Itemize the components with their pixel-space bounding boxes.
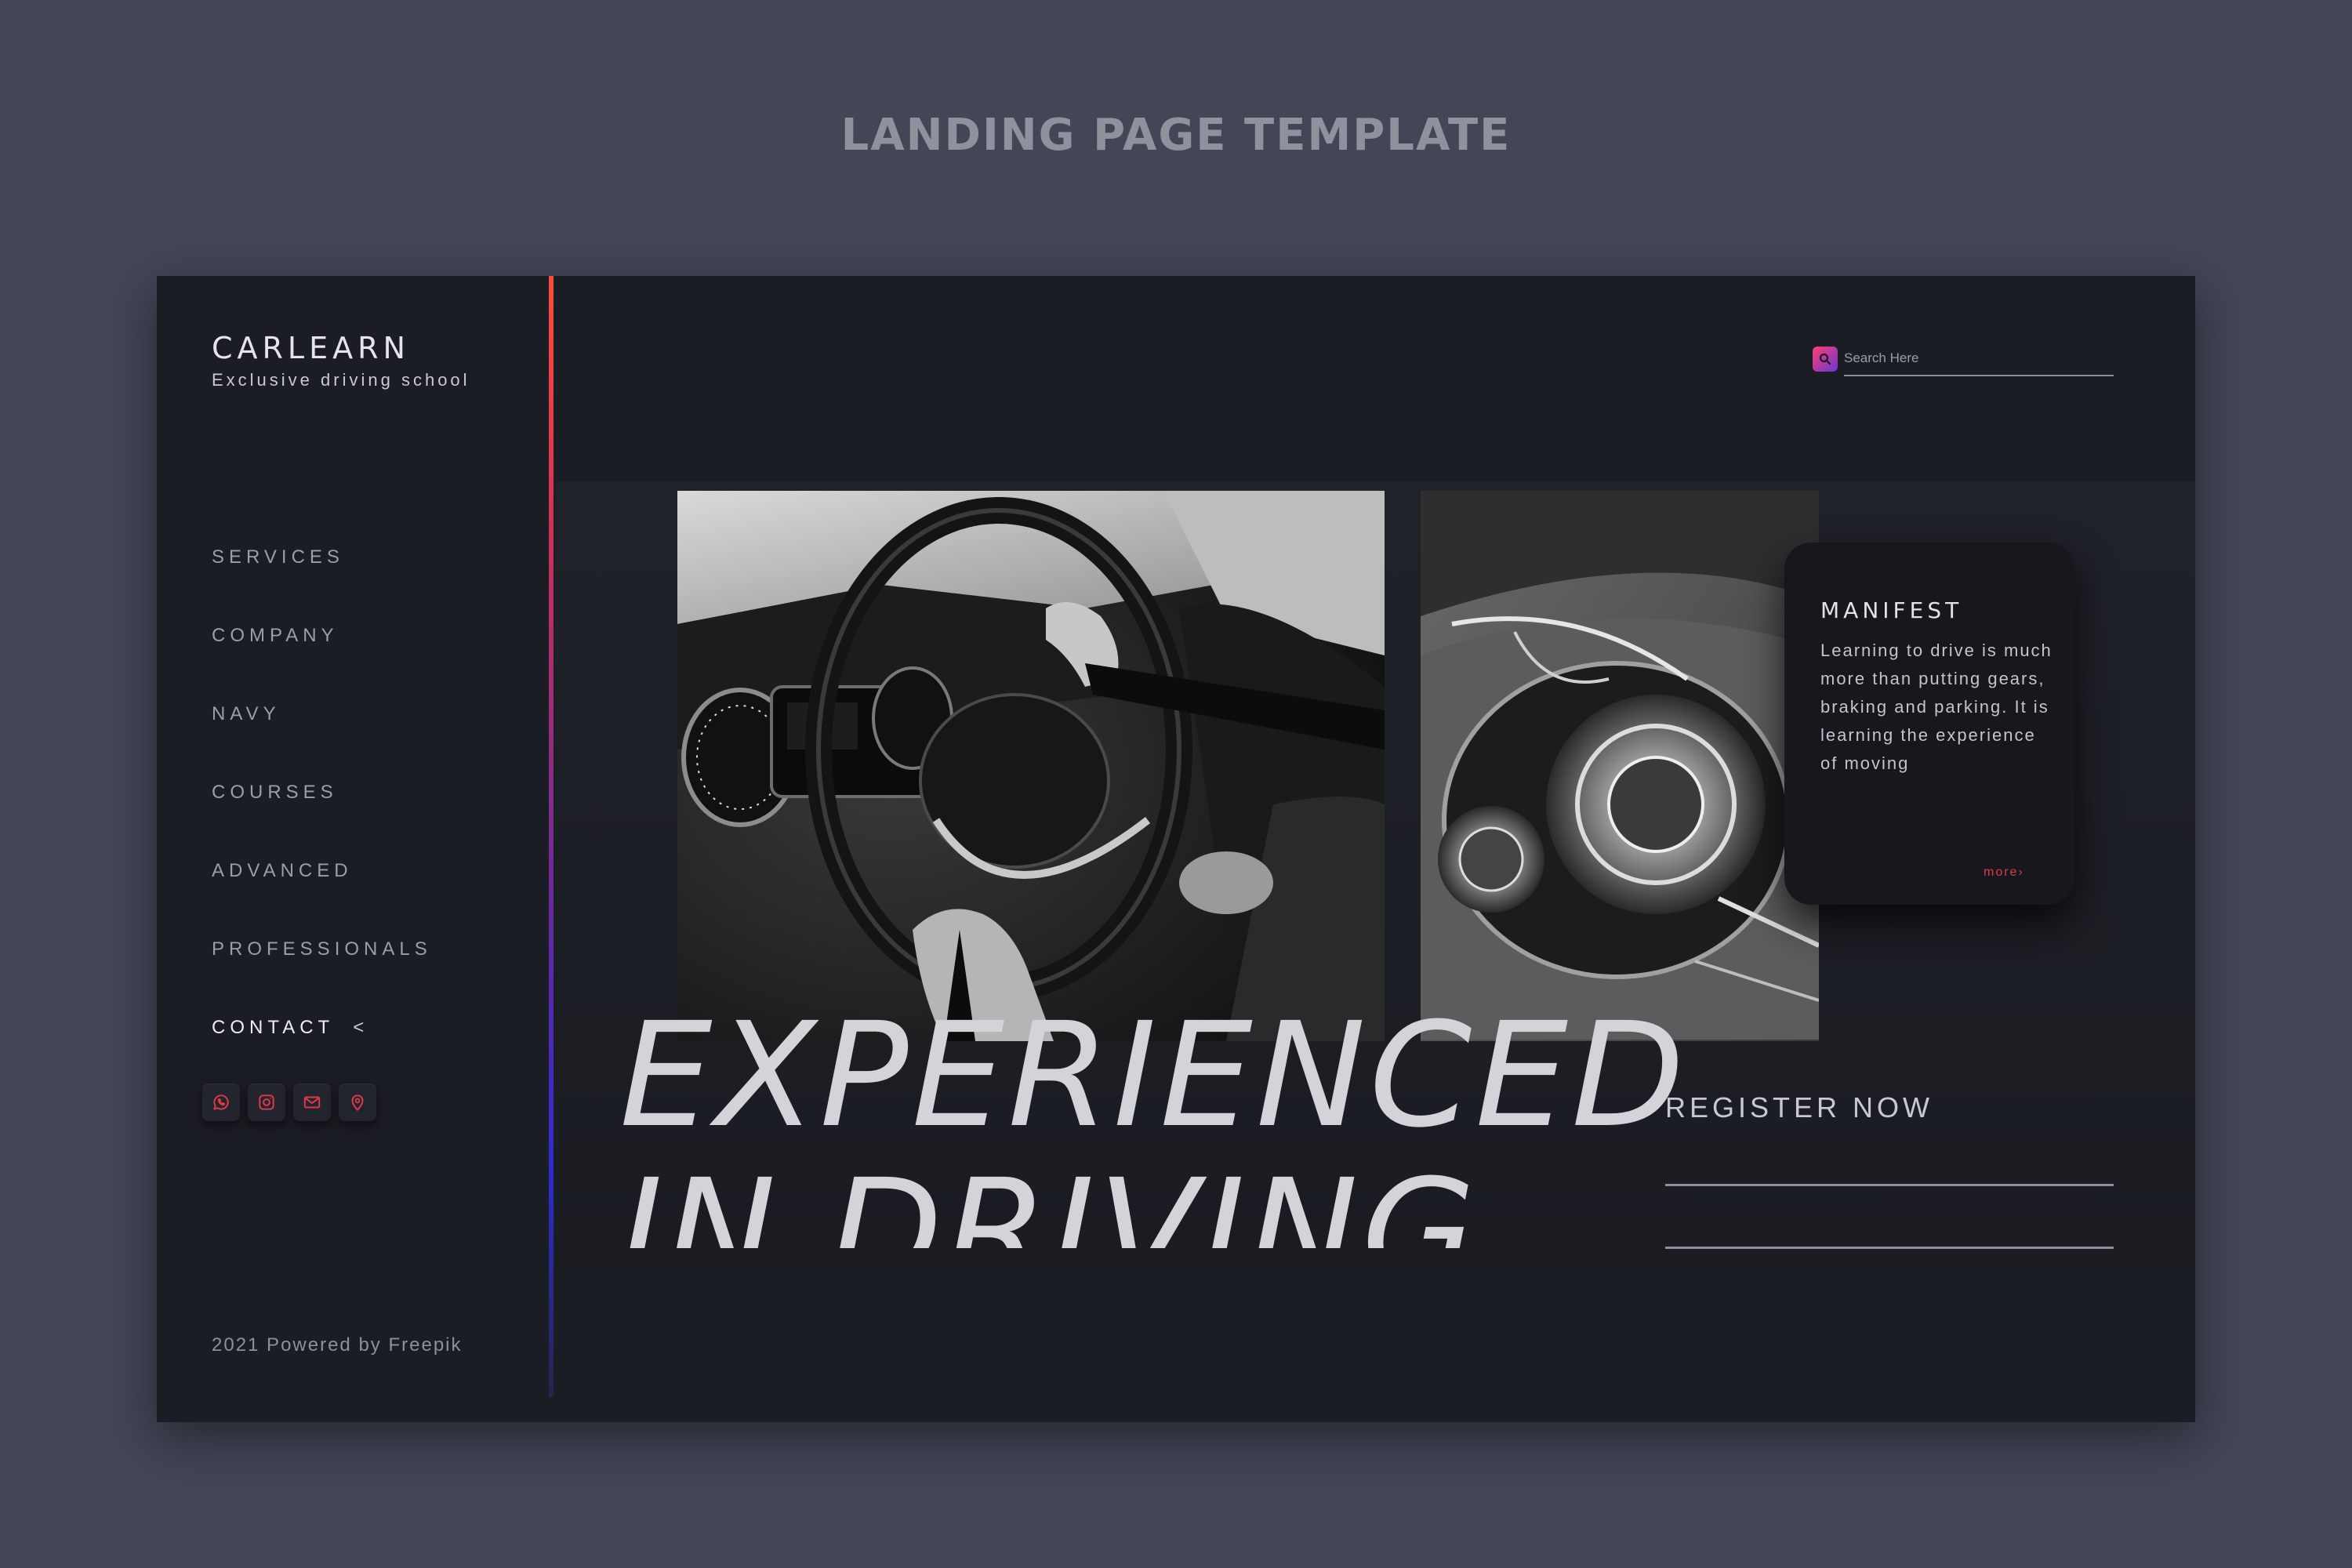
brand: CARLEARN Exclusive driving school: [212, 331, 470, 390]
nav-item-professionals[interactable]: PROFESSIONALS: [212, 938, 432, 1017]
sidebar: CARLEARN Exclusive driving school SERVIC…: [157, 276, 550, 1422]
manifest-title: MANIFEST: [1820, 597, 1963, 623]
nav-item-label: CONTACT: [212, 1017, 335, 1038]
search-bar: [1813, 345, 2114, 376]
steering-wheel-photo: [677, 491, 1385, 1041]
brand-name[interactable]: CARLEARN: [212, 331, 470, 365]
nav-item-advanced[interactable]: ADVANCED: [212, 860, 432, 938]
nav-item-company[interactable]: COMPANY: [212, 625, 432, 703]
manifest-card: MANIFEST Learning to drive is much more …: [1784, 543, 2074, 905]
register-now-label[interactable]: REGISTER NOW: [1665, 1091, 1933, 1124]
nav-item-label: SERVICES: [212, 546, 344, 568]
location-pin-icon: [351, 1094, 364, 1112]
manifest-text: Learning to drive is much more than putt…: [1820, 641, 2053, 773]
nav-item-label: COURSES: [212, 782, 338, 803]
more-link[interactable]: more›: [1984, 866, 2024, 880]
headlight-photo: [1421, 491, 1819, 1041]
nav-item-label: NAVY: [212, 703, 281, 724]
instagram-icon: [259, 1094, 274, 1110]
nav-item-label: PROFESSIONALS: [212, 938, 432, 960]
search-input[interactable]: [1844, 345, 2114, 376]
headline-line-1: EXPERIENCED: [619, 997, 1688, 1160]
hero-headline: EXPERIENCED IN DRIVING: [619, 997, 1811, 1248]
mail-button[interactable]: [293, 1083, 331, 1121]
mail-icon: [303, 1096, 321, 1109]
nav-item-label: COMPANY: [212, 625, 339, 646]
brand-tagline: Exclusive driving school: [212, 370, 470, 390]
whatsapp-icon: [213, 1094, 229, 1110]
nav-item-services[interactable]: SERVICES: [212, 546, 432, 625]
headline-line-2: IN DRIVING: [619, 1149, 1479, 1248]
search-button[interactable]: [1813, 347, 1838, 372]
search-icon: [1819, 353, 1831, 365]
nav-item-courses[interactable]: COURSES: [212, 782, 432, 860]
landing-page-frame: CARLEARN Exclusive driving school SERVIC…: [157, 276, 2195, 1422]
page-title: LANDING PAGE TEMPLATE: [840, 110, 1512, 161]
nav-item-label: ADVANCED: [212, 860, 353, 881]
whatsapp-button[interactable]: [202, 1083, 240, 1121]
register-field-line[interactable]: [1665, 1184, 2114, 1186]
social-links: [202, 1083, 376, 1121]
sidebar-divider: [549, 276, 554, 1397]
instagram-button[interactable]: [248, 1083, 285, 1121]
footer-credit: 2021 Powered by Freepik: [212, 1334, 463, 1356]
location-button[interactable]: [339, 1083, 376, 1121]
nav-item-navy[interactable]: NAVY: [212, 703, 432, 782]
sidebar-nav: SERVICES COMPANY NAVY COURSES ADVANCED P…: [212, 546, 432, 1095]
chevron-left-icon: <: [353, 1017, 365, 1038]
register-field-line[interactable]: [1665, 1247, 2114, 1249]
